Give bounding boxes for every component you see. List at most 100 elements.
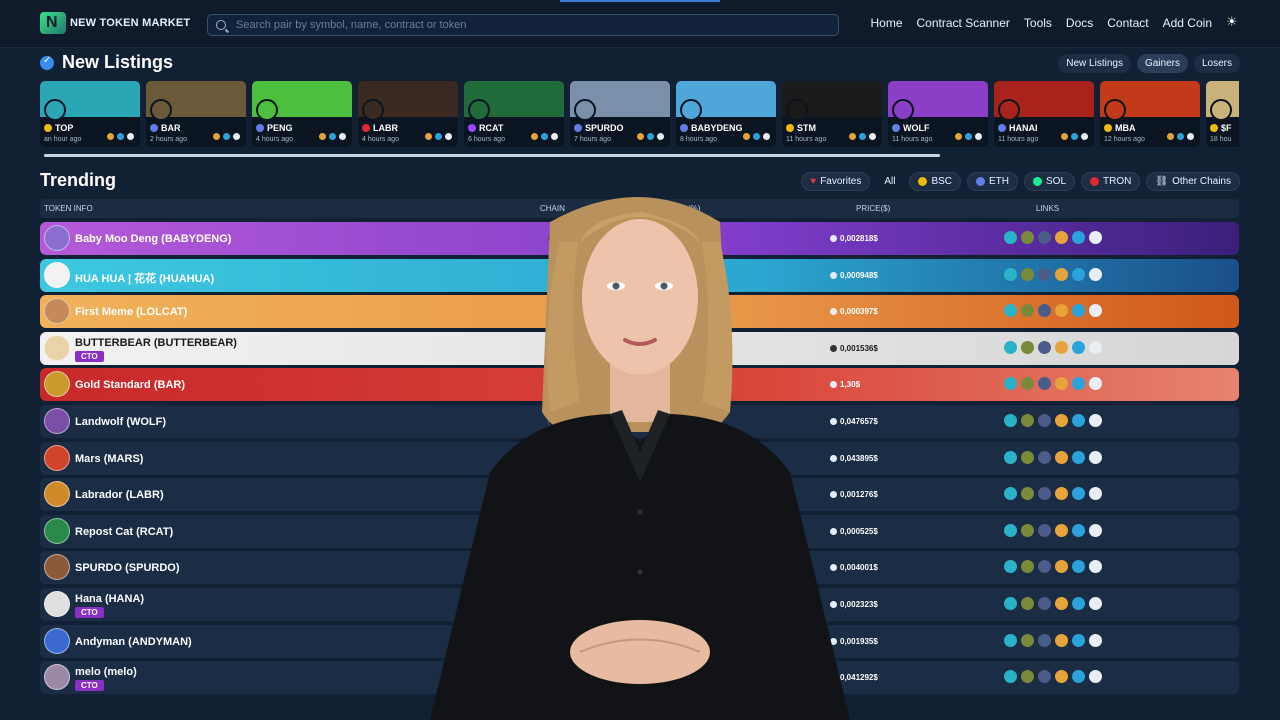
cmc-icon[interactable]	[1038, 670, 1051, 684]
scanner-icon[interactable]	[1004, 231, 1017, 244]
filter-other-chains[interactable]: ⛓ Other Chains	[1146, 172, 1240, 191]
coingecko-icon[interactable]	[1021, 340, 1034, 354]
x-icon[interactable]	[1089, 340, 1102, 354]
cmc-icon[interactable]	[1038, 523, 1051, 537]
website-icon[interactable]	[1055, 633, 1068, 647]
cmc-icon[interactable]	[1038, 560, 1051, 574]
filter-sol[interactable]: SOL	[1024, 172, 1076, 191]
x-icon[interactable]	[1089, 377, 1102, 391]
brand-logo[interactable]: NEW TOKEN MARKET	[40, 12, 190, 34]
nav-contact[interactable]: Contact	[1107, 16, 1148, 30]
x-icon[interactable]	[1089, 560, 1102, 574]
x-icon[interactable]	[1089, 450, 1102, 464]
x-icon[interactable]	[445, 133, 452, 140]
chrome-icon[interactable]	[1167, 133, 1174, 140]
token-name[interactable]: BUTTERBEAR (BUTTERBEAR)	[75, 337, 237, 349]
cmc-icon[interactable]	[1038, 340, 1051, 354]
telegram-icon[interactable]	[329, 133, 336, 140]
website-icon[interactable]	[1055, 487, 1068, 501]
chrome-icon[interactable]	[107, 133, 114, 140]
token-name[interactable]: Repost Cat (RCAT)	[75, 526, 173, 538]
x-icon[interactable]	[1089, 267, 1102, 281]
nav-tools[interactable]: Tools	[1024, 16, 1052, 30]
nav-home[interactable]: Home	[871, 16, 903, 30]
telegram-icon[interactable]	[541, 133, 548, 140]
listing-card[interactable]: BAR 2 hours ago	[146, 81, 246, 147]
x-icon[interactable]	[1089, 414, 1102, 427]
telegram-icon[interactable]	[1072, 487, 1085, 501]
carousel-scrollbar[interactable]	[44, 154, 940, 157]
telegram-icon[interactable]	[1072, 377, 1085, 391]
website-icon[interactable]	[1055, 340, 1068, 354]
coingecko-icon[interactable]	[1021, 231, 1034, 244]
filter-eth[interactable]: ETH	[967, 172, 1019, 191]
x-icon[interactable]	[551, 133, 558, 140]
x-icon[interactable]	[1089, 670, 1102, 684]
telegram-icon[interactable]	[1072, 304, 1085, 318]
coingecko-icon[interactable]	[1021, 523, 1034, 537]
scanner-icon[interactable]	[1004, 523, 1017, 537]
x-icon[interactable]	[1089, 304, 1102, 318]
nav-add-coin[interactable]: Add Coin	[1163, 16, 1212, 30]
chrome-icon[interactable]	[955, 133, 962, 140]
chrome-icon[interactable]	[743, 133, 750, 140]
nav-contract-scanner[interactable]: Contract Scanner	[917, 16, 1010, 30]
scanner-icon[interactable]	[1004, 633, 1017, 647]
coingecko-icon[interactable]	[1021, 487, 1034, 501]
token-name[interactable]: HUA HUA | 花花 (HUAHUA)	[75, 270, 214, 286]
token-name[interactable]: melo (melo)	[75, 666, 137, 678]
x-icon[interactable]	[869, 133, 876, 140]
cmc-icon[interactable]	[1038, 450, 1051, 464]
telegram-icon[interactable]	[1071, 133, 1078, 140]
token-name[interactable]: Andyman (ANDYMAN)	[75, 636, 192, 648]
chrome-icon[interactable]	[319, 133, 326, 140]
x-icon[interactable]	[1089, 523, 1102, 537]
telegram-icon[interactable]	[1072, 560, 1085, 574]
x-icon[interactable]	[975, 133, 982, 140]
scanner-icon[interactable]	[1004, 560, 1017, 574]
telegram-icon[interactable]	[859, 133, 866, 140]
coingecko-icon[interactable]	[1021, 414, 1034, 427]
chrome-icon[interactable]	[1061, 133, 1068, 140]
telegram-icon[interactable]	[1072, 633, 1085, 647]
telegram-icon[interactable]	[117, 133, 124, 140]
token-name[interactable]: Hana (HANA)	[75, 593, 144, 605]
website-icon[interactable]	[1055, 450, 1068, 464]
cmc-icon[interactable]	[1038, 231, 1051, 244]
website-icon[interactable]	[1055, 670, 1068, 684]
listing-card[interactable]: WOLF 11 hours ago	[888, 81, 988, 147]
listing-card[interactable]: BABYDENG 8 hours ago	[676, 81, 776, 147]
listing-card[interactable]: $F 18 hou	[1206, 81, 1239, 147]
listing-card[interactable]: PENG 4 hours ago	[252, 81, 352, 147]
telegram-icon[interactable]	[1072, 523, 1085, 537]
chrome-icon[interactable]	[531, 133, 538, 140]
telegram-icon[interactable]	[1072, 670, 1085, 684]
website-icon[interactable]	[1055, 523, 1068, 537]
website-icon[interactable]	[1055, 560, 1068, 574]
telegram-icon[interactable]	[1072, 267, 1085, 281]
x-icon[interactable]	[1187, 133, 1194, 140]
chrome-icon[interactable]	[213, 133, 220, 140]
scanner-icon[interactable]	[1004, 670, 1017, 684]
scanner-icon[interactable]	[1004, 267, 1017, 281]
scanner-icon[interactable]	[1004, 377, 1017, 391]
listing-card[interactable]: HANAI 11 hours ago	[994, 81, 1094, 147]
telegram-icon[interactable]	[1072, 231, 1085, 244]
telegram-icon[interactable]	[1072, 450, 1085, 464]
coingecko-icon[interactable]	[1021, 377, 1034, 391]
listing-card[interactable]: TOP an hour ago	[40, 81, 140, 147]
token-name[interactable]: Labrador (LABR)	[75, 489, 164, 501]
scanner-icon[interactable]	[1004, 414, 1017, 427]
search-input[interactable]	[236, 19, 826, 31]
x-icon[interactable]	[1081, 133, 1088, 140]
cmc-icon[interactable]	[1038, 267, 1051, 281]
tab-losers[interactable]: Losers	[1193, 54, 1240, 73]
token-name[interactable]: Baby Moo Deng (BABYDENG)	[75, 233, 231, 245]
scanner-icon[interactable]	[1004, 450, 1017, 464]
coingecko-icon[interactable]	[1021, 633, 1034, 647]
telegram-icon[interactable]	[223, 133, 230, 140]
coingecko-icon[interactable]	[1021, 450, 1034, 464]
filter-bsc[interactable]: BSC	[909, 172, 962, 191]
theme-toggle-sun-icon[interactable]	[1226, 14, 1240, 30]
x-icon[interactable]	[339, 133, 346, 140]
